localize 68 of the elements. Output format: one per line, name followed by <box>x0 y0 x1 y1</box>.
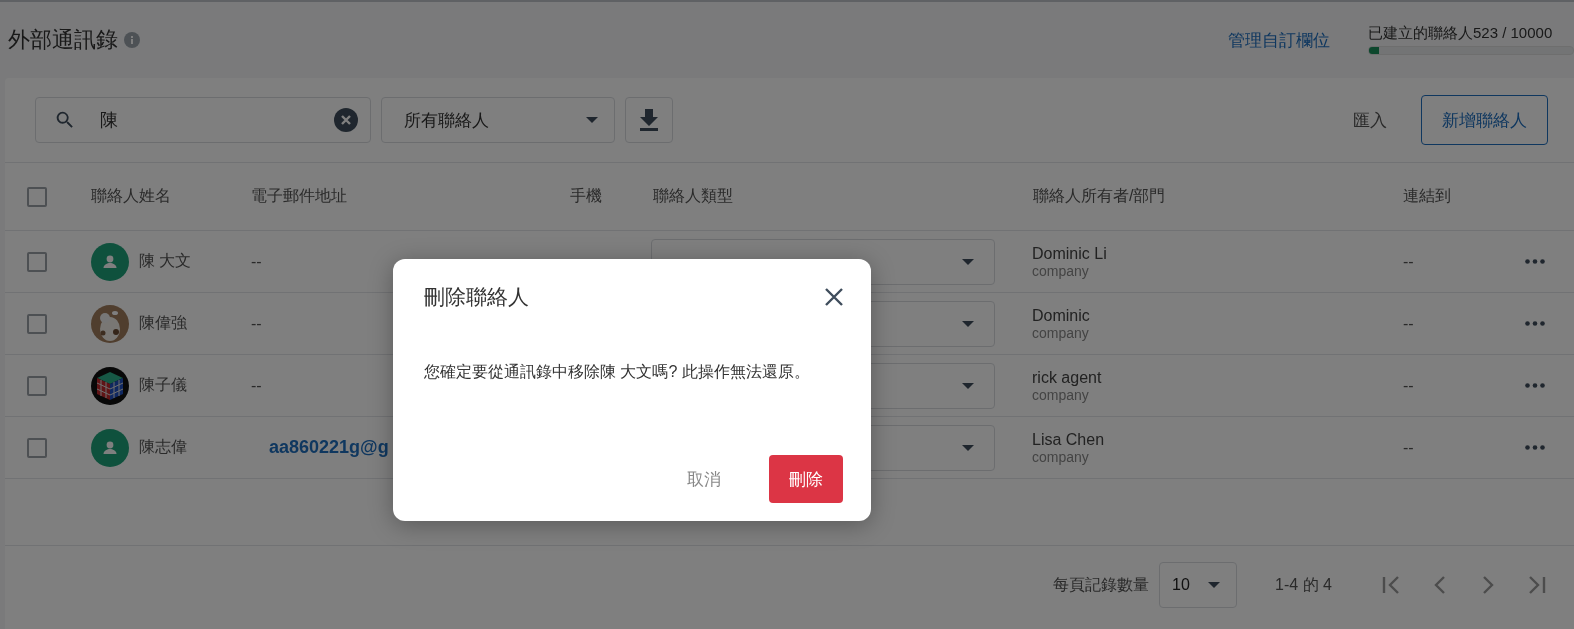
rows-per-page-label: 每頁記錄數量 <box>1053 574 1150 595</box>
import-button[interactable]: 匯入 <box>1347 107 1393 133</box>
table-cell: -- <box>251 252 262 271</box>
download-icon <box>639 109 659 131</box>
caret-icon <box>1208 582 1221 588</box>
owner-name: Dominic <box>1032 306 1091 325</box>
row-checkbox[interactable] <box>27 251 47 272</box>
caret-icon <box>586 117 598 123</box>
dialog-message: 您確定要從通訊錄中移除陳 大文嗎? 此操作無法還原。 <box>424 362 811 382</box>
table-cell-text: -- <box>1403 252 1415 271</box>
row-checkbox[interactable] <box>27 313 47 334</box>
department-name: company <box>1032 324 1090 341</box>
column-header: 聯絡人所有者/部門 <box>1033 186 1166 206</box>
caret-icon <box>962 320 974 327</box>
contact-name[interactable]: 陳 大文 <box>139 251 192 272</box>
department-name: company <box>1032 386 1090 403</box>
more-icon[interactable] <box>1525 321 1545 326</box>
contact-name[interactable]: 陳偉強 <box>139 313 187 334</box>
department-name: company <box>1032 262 1090 279</box>
last-page-icon[interactable] <box>1526 576 1546 594</box>
dialog-title: 刪除聯絡人 <box>424 284 529 310</box>
column-header: 手機 <box>570 186 602 206</box>
contact-name[interactable]: 陳子儀 <box>139 375 187 396</box>
more-icon[interactable] <box>1525 445 1545 450</box>
download-button[interactable] <box>625 97 673 143</box>
owner-name: Lisa Chen <box>1032 430 1106 449</box>
close-icon[interactable] <box>825 288 843 306</box>
caret-icon <box>962 258 974 265</box>
contacts-quota-label: 已建立的聯絡人523 / 10000 <box>1368 24 1554 43</box>
rows-per-page-value: 10 <box>1172 576 1190 594</box>
add-contact-button[interactable]: 新增聯絡人 <box>1421 95 1548 145</box>
row-checkbox[interactable] <box>27 437 47 458</box>
row-checkbox[interactable] <box>27 375 47 396</box>
cancel-button[interactable]: 取消 <box>669 457 739 501</box>
page-range: 1-4 的 4 <box>1275 574 1332 595</box>
delete-button[interactable]: 刪除 <box>769 455 843 503</box>
more-icon[interactable] <box>1525 259 1545 264</box>
caret-icon <box>962 382 974 389</box>
column-header: 聯絡人類型 <box>653 186 733 206</box>
first-page-icon[interactable] <box>1382 576 1402 594</box>
more-icon[interactable] <box>1525 383 1545 388</box>
search-value: 陳 <box>100 109 119 132</box>
table-cell: -- <box>251 314 262 333</box>
page-title: 外部通訊錄 <box>8 26 118 54</box>
default-avatar-icon <box>91 242 129 281</box>
table-cell-text: -- <box>1403 376 1415 395</box>
contact-filter-dropdown[interactable]: 所有聯絡人 <box>381 97 615 143</box>
manage-fields-link[interactable]: 管理自訂欄位 <box>1228 28 1330 52</box>
department-name: company <box>1032 448 1090 465</box>
table-cell-text: -- <box>1403 314 1415 333</box>
caret-icon <box>962 444 974 451</box>
contact-name[interactable]: 陳志偉 <box>139 437 187 458</box>
search-field[interactable]: 陳 <box>35 97 371 143</box>
filter-value: 所有聯絡人 <box>404 109 489 132</box>
clear-icon[interactable] <box>334 108 358 132</box>
select-all-checkbox[interactable] <box>27 186 47 207</box>
email-link[interactable]: aa860221g@g <box>251 437 389 458</box>
info-icon <box>124 32 140 48</box>
table-cell-text: -- <box>1403 438 1415 457</box>
rows-per-page-dropdown[interactable]: 10 <box>1159 562 1238 608</box>
owner-name: rick agent <box>1032 368 1103 387</box>
search-icon <box>54 109 76 131</box>
column-header: 連結到 <box>1403 186 1451 206</box>
table-cell: -- <box>251 376 262 395</box>
column-header: 聯絡人姓名 <box>91 186 171 206</box>
default-avatar-icon <box>91 428 129 467</box>
owner-name: Dominic Li <box>1032 244 1108 263</box>
column-header: 電子郵件地址 <box>251 186 347 206</box>
